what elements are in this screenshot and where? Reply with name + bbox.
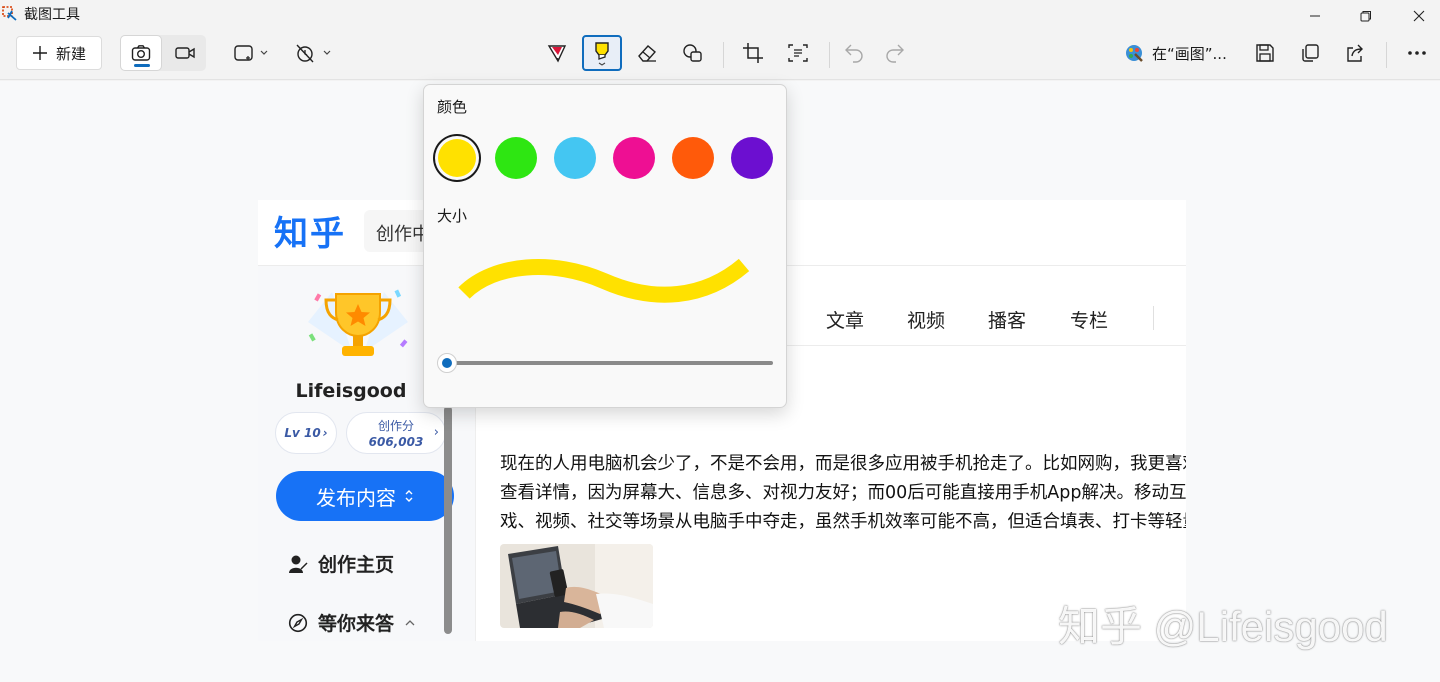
share-button[interactable] xyxy=(1336,35,1374,71)
save-button[interactable] xyxy=(1246,35,1284,71)
sidebar-item-label: 等你来答 xyxy=(318,613,395,635)
plus-icon xyxy=(32,46,47,60)
eraser-button[interactable] xyxy=(628,35,666,71)
toolbar-separator xyxy=(1386,42,1387,68)
tab-columns: 专栏 xyxy=(1070,310,1109,332)
tab-divider xyxy=(1153,306,1154,330)
color-swatch[interactable] xyxy=(731,137,773,179)
size-heading: 大小 xyxy=(437,207,468,225)
color-swatch[interactable] xyxy=(495,137,537,179)
snipping-tool-logo-icon xyxy=(2,6,17,21)
camera-icon xyxy=(131,45,151,61)
compass-icon xyxy=(288,613,308,632)
color-heading: 颜色 xyxy=(437,98,468,116)
person-edit-icon xyxy=(289,555,308,573)
restore-button[interactable] xyxy=(1343,0,1389,32)
title-bar: 截图工具 xyxy=(0,0,1440,32)
snip-shape-dropdown[interactable] xyxy=(228,35,272,71)
new-snip-button[interactable]: 新建 xyxy=(16,36,102,70)
shapes-icon xyxy=(683,44,702,62)
redo-button[interactable] xyxy=(877,35,913,71)
video-icon xyxy=(175,47,195,59)
sidebar-item-creator-home: 创作主页 xyxy=(288,550,394,577)
article-thumbnail-image xyxy=(500,544,653,628)
open-in-paint-label: 在“画图”... xyxy=(1152,45,1227,63)
creator-score-label: 创作分 xyxy=(377,419,414,433)
article-line: 查看详情，因为屏幕大、信息多、对视力友好；而00后可能直接用手机App解决。移动… xyxy=(500,483,1186,503)
chevron-up-icon xyxy=(405,619,415,625)
level-text: Lv 10 xyxy=(284,426,321,440)
size-slider-track[interactable] xyxy=(449,361,773,365)
stroke-preview xyxy=(458,258,750,303)
chevron-right-icon: › xyxy=(322,426,328,440)
toolbar-separator xyxy=(829,42,830,68)
tab-articles: 文章 xyxy=(826,310,865,332)
paint-app-icon xyxy=(1126,45,1143,62)
timer-dropdown[interactable] xyxy=(292,35,334,71)
sidebar-item-label: 创作主页 xyxy=(318,554,395,576)
highlighter-options-popup: 颜色 大小 xyxy=(423,84,787,408)
more-button[interactable] xyxy=(1398,35,1436,71)
ballpoint-pen-button[interactable] xyxy=(538,35,576,71)
share-icon xyxy=(1347,44,1363,62)
save-icon xyxy=(1256,44,1274,62)
close-icon xyxy=(1413,10,1425,22)
ballpoint-pen-icon xyxy=(547,45,567,63)
sidebar-item-waiting-answers: 等你来答 xyxy=(288,609,416,636)
restore-icon xyxy=(1360,11,1371,22)
eraser-icon xyxy=(638,45,656,62)
minimize-icon xyxy=(1310,15,1320,17)
zhihu-username: Lifeisgood xyxy=(295,380,407,402)
highlighter-button[interactable] xyxy=(582,35,622,71)
undo-button[interactable] xyxy=(836,35,872,71)
toolbar-separator xyxy=(723,42,724,68)
text-actions-button[interactable] xyxy=(779,35,817,71)
article-line: 现在的人用电脑机会少了，不是不会用，而是很多应用被手机抢走了。比如网购，我更喜欢… xyxy=(500,454,1186,474)
watermark-text: 知乎 @Lifeisgood xyxy=(1058,603,1388,650)
copy-button[interactable] xyxy=(1291,35,1329,71)
highlighter-icon xyxy=(595,42,609,66)
copy-icon xyxy=(1302,44,1319,62)
text-actions-icon xyxy=(788,44,808,62)
new-snip-label: 新建 xyxy=(55,44,86,63)
crop-button[interactable] xyxy=(734,35,772,71)
trophy-icon xyxy=(308,289,408,356)
toolbar: 新建 在“画图”... xyxy=(0,32,1440,80)
size-slider-thumb[interactable] xyxy=(437,353,457,373)
color-swatch[interactable] xyxy=(613,137,655,179)
publish-label: 发布内容 xyxy=(316,485,396,510)
minimize-button[interactable] xyxy=(1292,0,1338,32)
capture-mode-group xyxy=(120,35,206,71)
color-swatch-selected[interactable] xyxy=(438,139,476,177)
redo-icon xyxy=(886,44,904,63)
more-icon xyxy=(1408,51,1426,55)
publish-button: 发布内容 xyxy=(276,471,454,521)
zhihu-search-text: 创作中 xyxy=(376,224,430,245)
article-line: 戏、视频、社交等场景从电脑手中夺走，虽然手机效率可能不高，但适合填表、打卡等轻量… xyxy=(500,512,1186,532)
color-swatch[interactable] xyxy=(672,137,714,179)
tab-podcasts: 播客 xyxy=(988,310,1027,332)
chevron-right-icon: › xyxy=(433,425,439,440)
sidebar-scrollbar xyxy=(444,406,452,634)
timer-off-icon xyxy=(296,44,331,63)
window-title: 截图工具 xyxy=(24,7,80,23)
color-swatch[interactable] xyxy=(554,137,596,179)
creator-score-value: 606,003 xyxy=(368,435,424,449)
article-excerpt: 现在的人用电脑机会少了，不是不会用，而是很多应用被手机抢走了。比如网购，我更喜欢… xyxy=(500,450,1186,537)
shapes-button[interactable] xyxy=(674,35,712,71)
video-mode-button[interactable] xyxy=(164,35,206,71)
rectangle-mode-icon xyxy=(234,45,268,61)
close-button[interactable] xyxy=(1396,0,1440,32)
crop-icon xyxy=(743,43,763,63)
undo-icon xyxy=(845,44,863,63)
level-badge: Lv 10 › xyxy=(275,412,337,454)
chevron-updown-icon xyxy=(405,490,413,502)
tab-videos: 视频 xyxy=(907,310,946,332)
screenshot-mode-button[interactable] xyxy=(120,35,162,71)
zhihu-logo: 知乎 xyxy=(274,214,346,254)
creator-score-badge: 创作分 606,003 › xyxy=(346,412,446,454)
